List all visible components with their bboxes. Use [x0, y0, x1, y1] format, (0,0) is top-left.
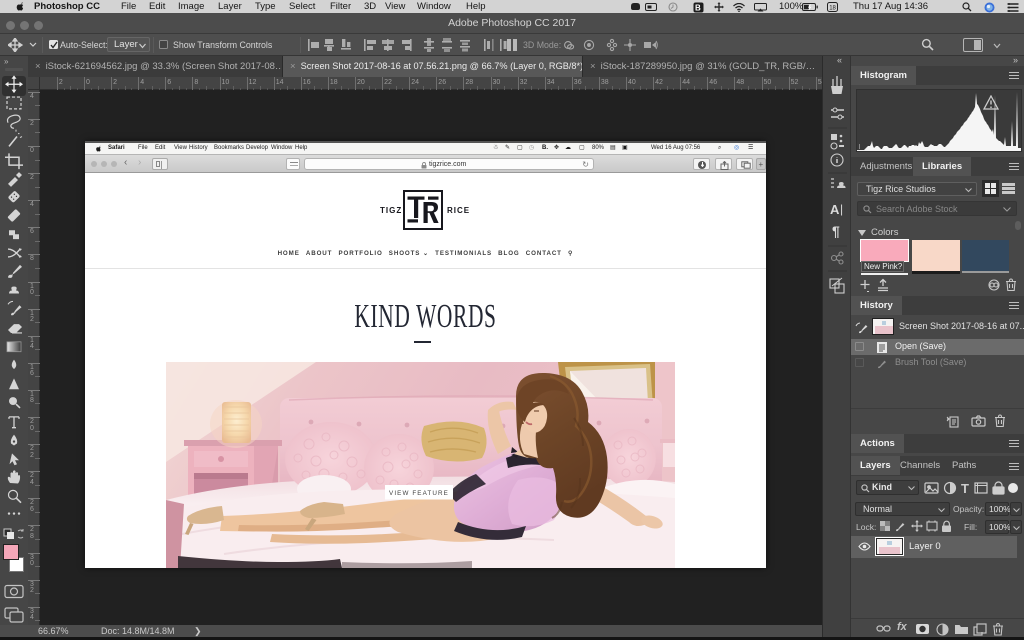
svg-text:T: T — [961, 481, 969, 495]
svg-text:18: 18 — [829, 6, 836, 12]
svg-text:¶: ¶ — [832, 223, 840, 239]
svg-text:|: | — [840, 202, 843, 216]
svg-text:A: A — [830, 202, 840, 217]
svg-text:B: B — [695, 3, 701, 12]
svg-text:VIEW FEATURE: VIEW FEATURE — [389, 490, 449, 497]
